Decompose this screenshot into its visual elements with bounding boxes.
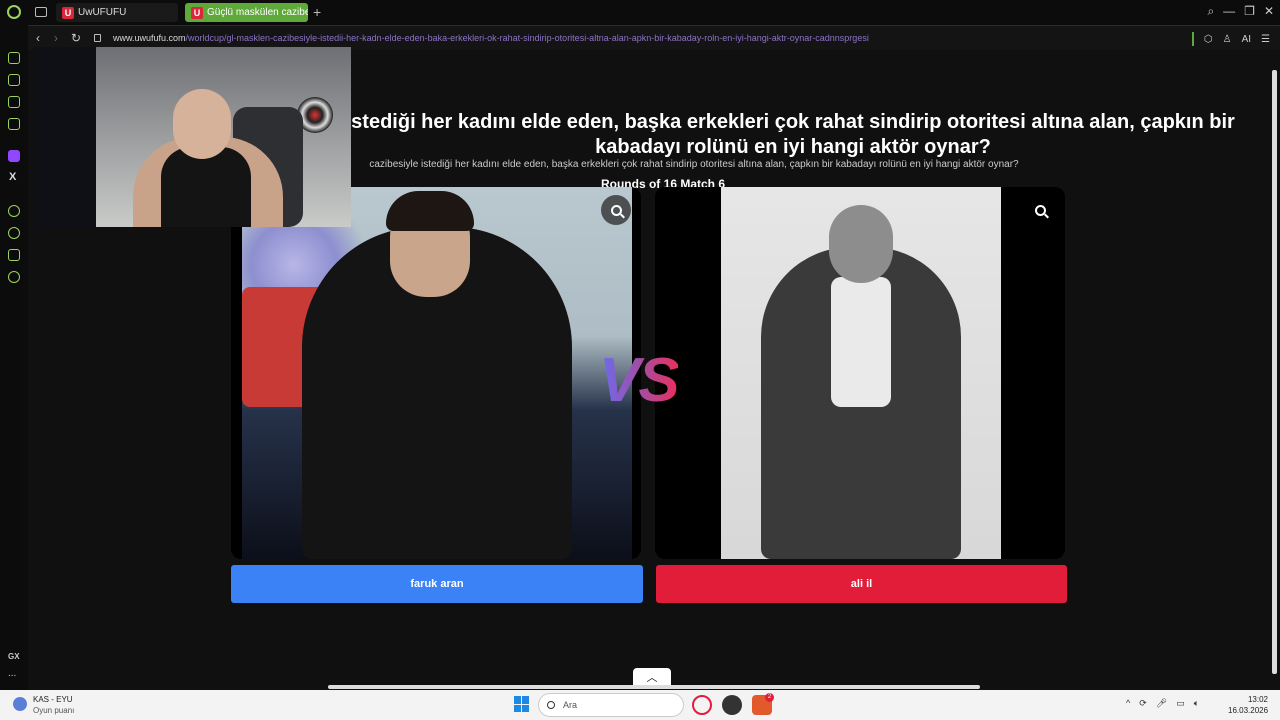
- notification-badge: 2: [765, 693, 774, 702]
- x-twitter-icon[interactable]: X: [9, 171, 21, 183]
- workspaces-icon[interactable]: [35, 7, 47, 17]
- reload-icon[interactable]: ↻: [71, 31, 81, 45]
- lock-icon[interactable]: [94, 34, 101, 42]
- windows-start-icon[interactable]: [514, 696, 530, 712]
- minimize-button[interactable]: —: [1223, 4, 1235, 19]
- tab-uwufufu[interactable]: U UwUFUFU: [56, 3, 178, 22]
- extensions-icon[interactable]: [8, 249, 20, 261]
- webcam-dark-area: [33, 47, 96, 227]
- search-tabs-icon[interactable]: ⌕: [1207, 4, 1214, 19]
- url-host: www.uwufufu.com: [113, 33, 186, 43]
- search-placeholder: Ara: [563, 700, 578, 710]
- zoom-in-icon[interactable]: [601, 195, 631, 225]
- microphone-icon[interactable]: 🎤︎: [1156, 698, 1167, 709]
- horizontal-scrollbar[interactable]: [328, 685, 980, 689]
- uwufufu-favicon-icon: U: [62, 6, 74, 19]
- opera-gx-taskbar-icon[interactable]: [692, 695, 712, 715]
- tab-bar: U UwUFUFU U Güçlü maskülen cazibesiyle +…: [0, 0, 1280, 25]
- webcam-overlay: [33, 47, 351, 227]
- zoom-in-icon[interactable]: [1025, 195, 1055, 225]
- candidate-photo-right[interactable]: [721, 187, 1001, 559]
- widget-subtitle: Oyun puanı: [33, 706, 75, 715]
- back-icon[interactable]: ‹: [36, 31, 40, 45]
- opera-logo-icon[interactable]: [7, 5, 21, 19]
- clock-time: 13:02: [1247, 695, 1268, 704]
- sidebar: X GX ...: [0, 25, 28, 690]
- window-controls: ⌕ — ❐ ✕: [1207, 4, 1274, 19]
- search-icon: [547, 701, 555, 709]
- player-icon[interactable]: [8, 205, 20, 217]
- choose-left-button[interactable]: faruk aran: [231, 565, 643, 603]
- address-actions: ⬡ ♙ AI ☰: [1191, 32, 1270, 46]
- url-path: /worldcup/gl-masklen-cazibesiyle-istedii…: [185, 33, 869, 43]
- vertical-scrollbar[interactable]: [1272, 70, 1277, 674]
- gx-control-icon[interactable]: [8, 74, 20, 86]
- taskbar-search[interactable]: Ara: [538, 693, 684, 717]
- game-score-icon[interactable]: [13, 697, 27, 711]
- person-hair: [386, 191, 474, 231]
- gx-label[interactable]: GX: [8, 652, 20, 661]
- streamer-shirt: [161, 147, 251, 227]
- history-icon[interactable]: [8, 227, 20, 239]
- gx-corner-icon[interactable]: [8, 96, 20, 108]
- url-field[interactable]: www.uwufufu.com/worldcup/gl-masklen-cazi…: [113, 33, 869, 43]
- streamer-head: [173, 89, 231, 159]
- candidate-photo-left[interactable]: [242, 187, 632, 559]
- messenger-icon[interactable]: [8, 118, 20, 130]
- taskbar: KAS - EYU Oyun puanı Ara 2 ^ ⟳ 🎤︎ ▭ 🔈︎ 1…: [0, 690, 1280, 720]
- page-subtitle: cazibesiyle istediği her kadını elde ede…: [369, 159, 1019, 170]
- person-head: [829, 205, 893, 283]
- widget-title: KAS - EYU: [33, 695, 73, 704]
- tab-label: Güçlü maskülen cazibesiyle: [207, 7, 308, 18]
- clock-date: 16.03.2026: [1228, 706, 1269, 715]
- uwufufu-favicon-icon: U: [191, 6, 203, 19]
- tab-active-worldcup[interactable]: U Güçlü maskülen cazibesiyle: [185, 3, 308, 22]
- more-icon[interactable]: ...: [8, 668, 16, 679]
- restore-button[interactable]: ❐: [1244, 4, 1255, 19]
- vs-label: VS: [599, 346, 680, 415]
- settings-icon[interactable]: [8, 271, 20, 283]
- clock[interactable]: 13:02 16.03.2026: [1228, 694, 1268, 716]
- candidate-card-left[interactable]: [231, 187, 641, 559]
- forward-icon[interactable]: ›: [54, 31, 58, 45]
- page-title: stediği her kadını elde eden, başka erke…: [351, 111, 1235, 158]
- sync-icon[interactable]: ⟳: [1139, 698, 1147, 709]
- menu-icon[interactable]: ☰: [1261, 34, 1270, 45]
- new-tab-button[interactable]: +: [313, 4, 321, 20]
- widget-info[interactable]: KAS - EYU Oyun puanı: [33, 694, 74, 716]
- system-tray: ^ ⟳ 🎤︎ ▭ 🔈︎: [1126, 698, 1199, 709]
- extensions-icon[interactable]: ⬡: [1204, 34, 1213, 45]
- candidate-card-right[interactable]: [655, 187, 1065, 559]
- tab-label: UwUFUFU: [78, 7, 127, 18]
- choose-right-button[interactable]: ali il: [656, 565, 1067, 603]
- app-taskbar-icon[interactable]: [722, 695, 742, 715]
- profile-icon[interactable]: ♙: [1223, 34, 1232, 45]
- volume-icon[interactable]: 🔈︎: [1194, 698, 1199, 709]
- ai-button[interactable]: AI: [1242, 34, 1251, 45]
- scroll-to-top-button[interactable]: ︿: [633, 668, 671, 686]
- close-button[interactable]: ✕: [1264, 4, 1274, 19]
- display-icon[interactable]: ▭: [1176, 698, 1185, 709]
- chevron-up-icon[interactable]: ^: [1126, 698, 1130, 709]
- speed-dial-icon[interactable]: [8, 52, 20, 64]
- person-shirt: [831, 277, 891, 407]
- divider: [1191, 32, 1194, 46]
- twitch-icon[interactable]: [8, 150, 20, 162]
